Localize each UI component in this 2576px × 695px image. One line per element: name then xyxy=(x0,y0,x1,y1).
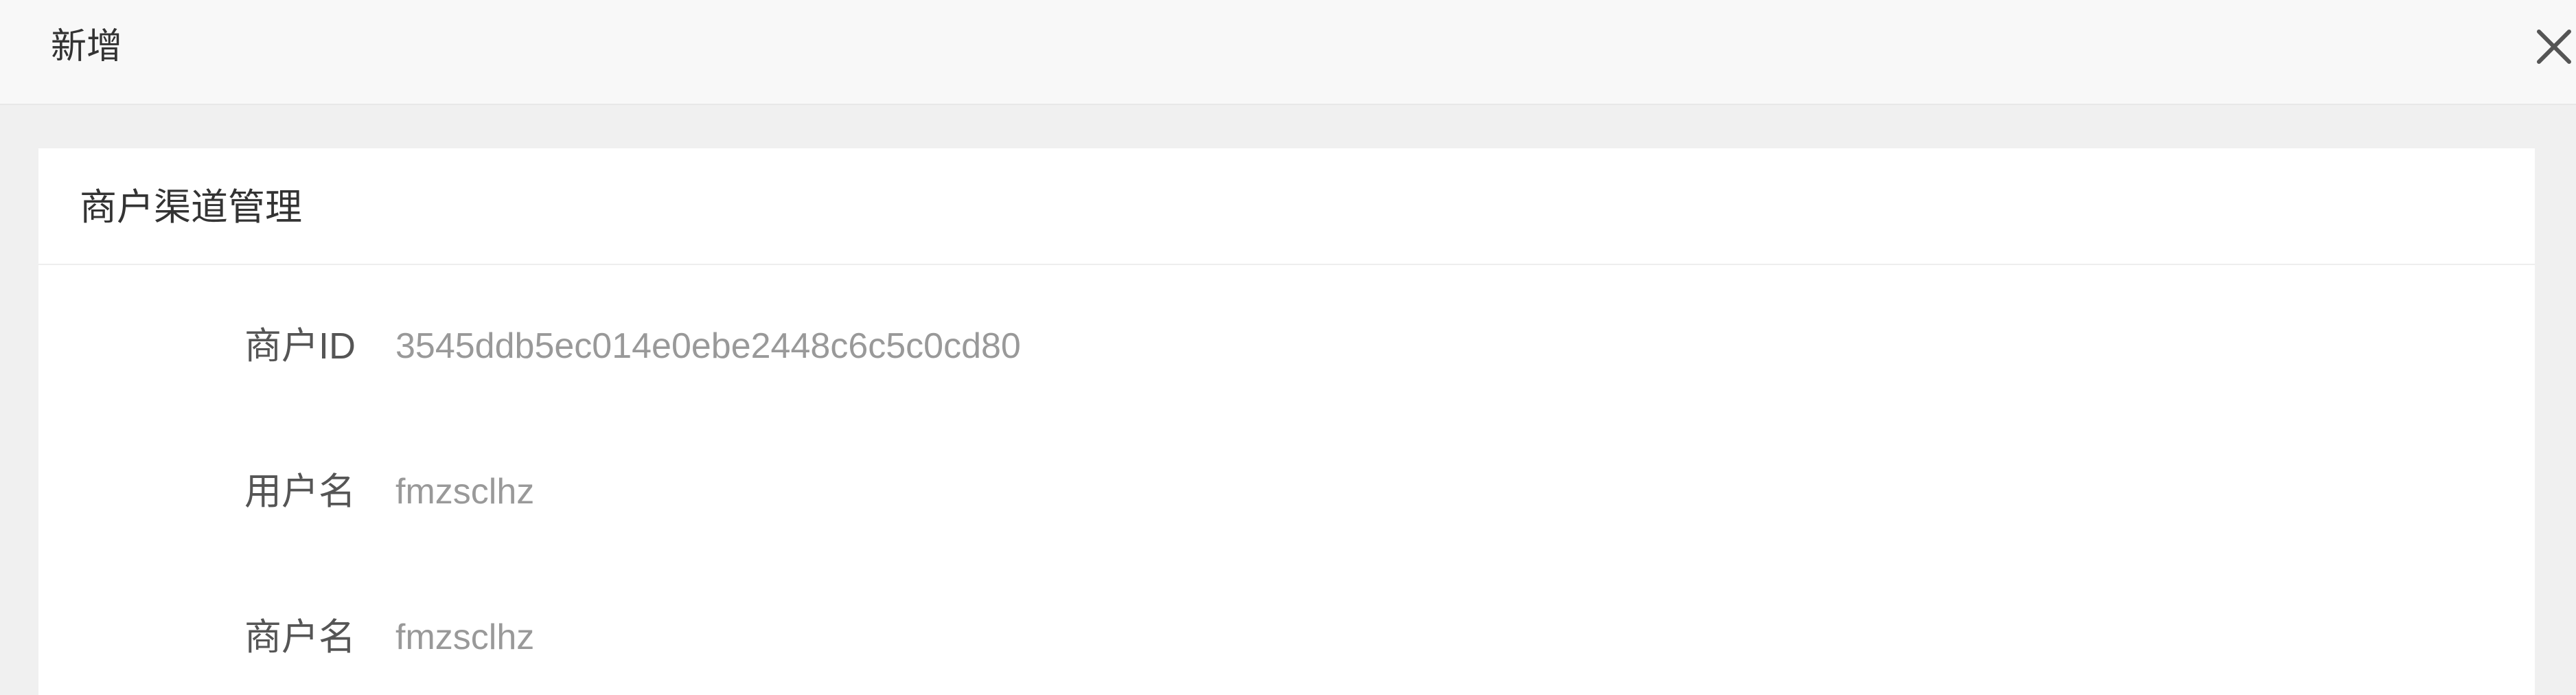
merchant-id-value: 3545ddb5ec014e0ebe2448c6c5c0cd80 xyxy=(395,326,1021,366)
dialog-title: 新增 xyxy=(51,27,123,67)
close-icon xyxy=(2537,30,2571,64)
username-row: 用户名 fmzsclhz xyxy=(38,464,2535,519)
panel-header: 商户渠道管理 xyxy=(38,148,2535,265)
close-button[interactable] xyxy=(2532,25,2576,69)
merchant-id-row: 商户ID 3545ddb5ec014e0ebe2448c6c5c0cd80 xyxy=(38,319,2535,374)
merchant-channel-panel: 商户渠道管理 商户ID 3545ddb5ec014e0ebe2448c6c5c0… xyxy=(38,148,2535,695)
panel-title: 商户渠道管理 xyxy=(80,187,302,228)
merchant-name-row: 商户名 fmzsclhz xyxy=(38,610,2535,665)
merchant-id-label: 商户ID xyxy=(244,326,356,367)
username-label: 用户名 xyxy=(244,471,356,512)
merchant-name-label: 商户名 xyxy=(244,617,356,658)
username-value: fmzsclhz xyxy=(395,472,535,512)
merchant-name-value: fmzsclhz xyxy=(395,617,535,657)
dialog-header: 新增 xyxy=(0,0,2576,105)
